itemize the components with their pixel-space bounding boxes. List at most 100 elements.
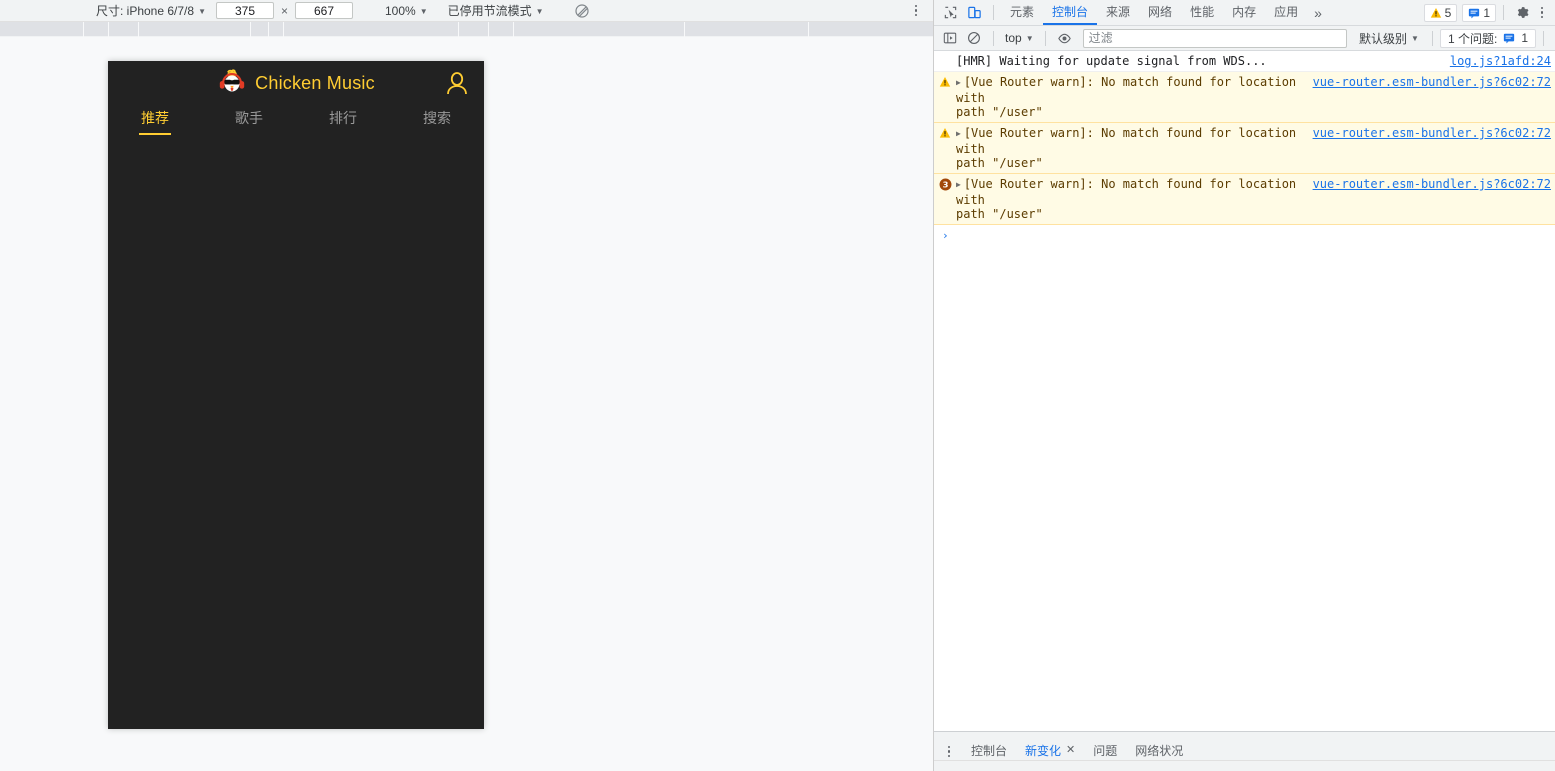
console-message-text: [Vue Router warn]: No match found for lo… — [956, 75, 1297, 119]
app-tab-rank[interactable]: 排行 — [296, 105, 390, 147]
app-tab-label: 搜索 — [423, 110, 451, 126]
console-message-source[interactable]: vue-router.esm-bundler.js?6c02:72 — [1313, 177, 1555, 191]
console-message-body: ▶ [Vue Router warn]: No match found for l… — [956, 177, 1313, 221]
chevron-down-icon: ▼ — [535, 6, 544, 16]
warning-count: 5 — [1444, 5, 1452, 20]
console-message-source[interactable]: vue-router.esm-bundler.js?6c02:72 — [1313, 75, 1555, 89]
device-size-select[interactable]: 尺寸: iPhone 6/7/8 ▼ — [92, 2, 210, 20]
message-count: 1 — [1483, 5, 1490, 20]
app-tab-singer[interactable]: 歌手 — [202, 105, 296, 147]
gear-icon[interactable] — [1511, 2, 1533, 24]
drawer-tab-label: 问题 — [1093, 744, 1118, 758]
console-message-text: [Vue Router warn]: No match found for lo… — [956, 177, 1297, 221]
live-expression-icon[interactable] — [1053, 27, 1077, 49]
console-filter-input[interactable] — [1082, 28, 1348, 48]
console-message[interactable]: ▶ [Vue Router warn]: No match found for l… — [934, 123, 1555, 174]
warning-count-badge[interactable]: 5 — [1423, 3, 1458, 22]
expand-arrow-icon[interactable]: ▶ — [956, 178, 961, 192]
clear-console-icon[interactable] — [962, 27, 986, 49]
tab-elements[interactable]: 元素 — [1001, 0, 1043, 25]
warning-triangle-icon — [934, 126, 956, 139]
devtools-main-menu-icon[interactable] — [1533, 3, 1551, 23]
issues-button[interactable]: 1 个问题: 1 — [1439, 28, 1536, 48]
tab-label: 应用 — [1274, 5, 1299, 19]
device-toolbar: 尺寸: iPhone 6/7/8 ▼ × 100% ▼ 已停用节流模式 ▼ — [0, 0, 933, 22]
console-message[interactable]: [HMR] Waiting for update signal from WDS… — [934, 51, 1555, 72]
tab-label: 网络 — [1148, 5, 1173, 19]
console-prompt[interactable]: › — [934, 225, 1555, 246]
console-message-body: ▶ [Vue Router warn]: No match found for l… — [956, 126, 1313, 170]
warning-triangle-icon — [934, 75, 956, 88]
dimension-separator: × — [280, 3, 288, 18]
tab-application[interactable]: 应用 — [1265, 0, 1307, 25]
more-panels-icon[interactable]: » — [1307, 5, 1329, 21]
tab-label: 元素 — [1010, 5, 1035, 19]
expand-arrow-icon[interactable]: ▶ — [956, 76, 961, 90]
phone-viewport: Chicken Music 推荐 歌手 排行 搜索 — [108, 61, 484, 729]
user-account-icon[interactable] — [444, 70, 470, 96]
console-message[interactable]: 3 ▶ [Vue Router warn]: No match found for… — [934, 174, 1555, 225]
toggle-device-toolbar-icon[interactable] — [962, 2, 986, 24]
app-brand: Chicken Music — [217, 68, 375, 98]
tab-console[interactable]: 控制台 — [1043, 0, 1098, 25]
zoom-select[interactable]: 100% ▼ — [381, 2, 432, 20]
console-message[interactable]: ▶ [Vue Router warn]: No match found for l… — [934, 72, 1555, 123]
divider — [1503, 5, 1504, 20]
expand-arrow-icon[interactable]: ▶ — [956, 127, 961, 141]
chevron-down-icon: ▼ — [198, 6, 206, 16]
zoom-label: 100% — [385, 3, 416, 18]
tab-label: 来源 — [1106, 5, 1131, 19]
divider — [1543, 30, 1544, 46]
message-count-badge[interactable]: 1 — [1462, 3, 1496, 22]
drawer-tab-label: 新变化 — [1025, 744, 1062, 758]
app-tab-bar: 推荐 歌手 排行 搜索 — [108, 105, 484, 147]
chevron-down-icon: ▼ — [419, 6, 428, 16]
tab-performance[interactable]: 性能 — [1181, 0, 1223, 25]
console-sidebar-icon[interactable] — [938, 27, 962, 49]
app-tab-search[interactable]: 搜索 — [390, 105, 484, 147]
console-message-list[interactable]: [HMR] Waiting for update signal from WDS… — [934, 51, 1555, 731]
execution-context-select[interactable]: top ▼ — [1001, 31, 1038, 45]
device-toolbar-more-options-icon[interactable] — [909, 3, 923, 19]
drawer-tab-label: 控制台 — [971, 744, 1008, 758]
close-icon[interactable]: ✕ — [1066, 745, 1075, 756]
devtools-status-badges: 5 1 — [1423, 2, 1555, 24]
issues-count: 1 — [1521, 31, 1528, 45]
log-level-select[interactable]: 默认级别 ▼ — [1353, 30, 1425, 47]
device-emulation-pane: 尺寸: iPhone 6/7/8 ▼ × 100% ▼ 已停用节流模式 ▼ — [0, 0, 934, 771]
tab-network[interactable]: 网络 — [1139, 0, 1181, 25]
message-icon — [1469, 8, 1480, 18]
app-title: Chicken Music — [255, 72, 375, 93]
console-toolbar: top ▼ 默认级别 ▼ 1 个问题: — [934, 26, 1555, 51]
inspect-element-icon[interactable] — [938, 2, 962, 24]
viewport-height-input[interactable] — [295, 2, 353, 19]
console-message-text: [HMR] Waiting for update signal from WDS… — [956, 54, 1267, 68]
svg-text:3: 3 — [942, 180, 948, 190]
throttling-select[interactable]: 已停用节流模式 ▼ — [444, 2, 548, 20]
message-level-icon — [934, 54, 956, 55]
console-message-body: ▶ [Vue Router warn]: No match found for l… — [956, 75, 1313, 119]
console-message-text: [Vue Router warn]: No match found for lo… — [956, 126, 1297, 170]
warning-triangle-icon — [1430, 7, 1441, 18]
no-throttling-icon[interactable] — [574, 3, 590, 19]
app-tab-label: 推荐 — [141, 110, 169, 126]
tab-label: 性能 — [1190, 5, 1215, 19]
tab-memory[interactable]: 内存 — [1223, 0, 1265, 25]
console-message-source[interactable]: vue-router.esm-bundler.js?6c02:72 — [1313, 126, 1555, 140]
tab-label: 内存 — [1232, 5, 1257, 19]
drawer-content-clipped — [934, 760, 1555, 771]
app-tab-label: 排行 — [329, 110, 357, 126]
console-message-source[interactable]: log.js?1afd:24 — [1450, 54, 1555, 68]
context-label: top — [1005, 31, 1022, 45]
divider — [993, 5, 994, 20]
chevron-down-icon: ▼ — [1025, 34, 1034, 43]
divider — [1044, 30, 1046, 46]
tab-sources[interactable]: 来源 — [1097, 0, 1139, 25]
app-tab-recommend[interactable]: 推荐 — [108, 105, 202, 147]
devtools-window: 尺寸: iPhone 6/7/8 ▼ × 100% ▼ 已停用节流模式 ▼ — [0, 0, 1555, 771]
issues-label: 1 个问题: — [1447, 31, 1498, 46]
viewport-width-input[interactable] — [215, 2, 274, 19]
app-header: Chicken Music — [108, 61, 484, 105]
chevron-down-icon: ▼ — [1411, 34, 1419, 43]
divider — [1431, 30, 1433, 46]
